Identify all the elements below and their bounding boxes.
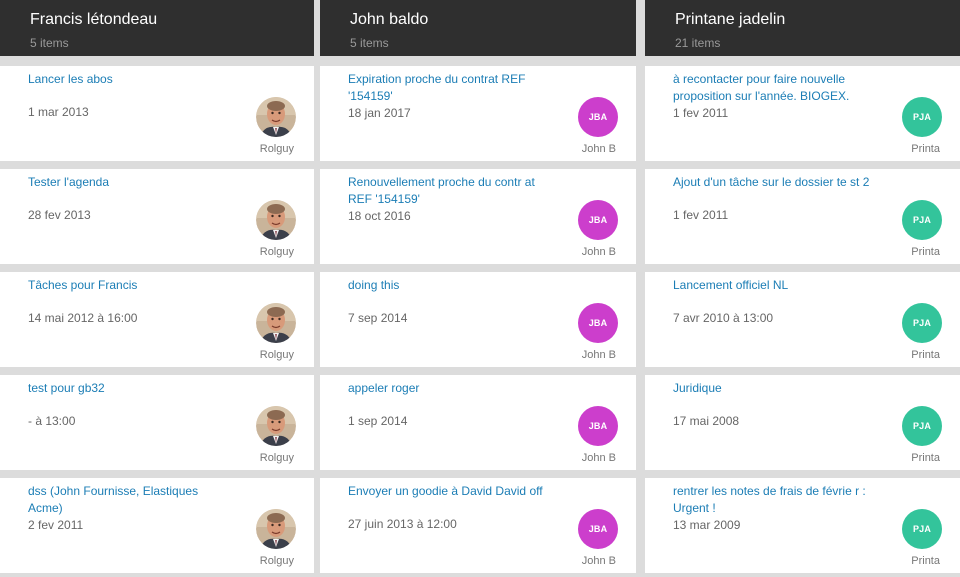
task-card[interactable]: Lancer les abos 1 mar 2013 Rolguy: [0, 66, 314, 161]
avatar-initials[interactable]: PJA: [902, 509, 942, 549]
task-owner: John B: [581, 143, 616, 155]
task-date: 7 sep 2014: [348, 311, 408, 325]
task-title-link[interactable]: Tester l'agenda: [28, 174, 228, 191]
column-1: Francis létondeau 5 items Lancer les abos 1…: [0, 0, 314, 577]
task-owner: Printa: [911, 555, 940, 567]
task-owner: Rolguy: [259, 349, 294, 361]
column-header: Francis létondeau 5 items: [0, 0, 314, 56]
column-title: John baldo: [350, 11, 429, 28]
task-card[interactable]: Lancement officiel NL 7 avr 2010 à 13:00 P…: [645, 272, 960, 367]
task-card[interactable]: test pour gb32 - à 13:00 Rolguy: [0, 375, 314, 470]
task-date: 1 fev 2011: [673, 208, 729, 222]
column-2: John baldo 5 items Expiration proche du co…: [320, 0, 636, 577]
avatar-photo[interactable]: [256, 200, 296, 240]
task-card[interactable]: Expiration proche du contrat REF '154159…: [320, 66, 636, 161]
avatar-photo[interactable]: [256, 303, 296, 343]
task-date: 1 fev 2011: [673, 106, 729, 120]
avatar-initials[interactable]: JBA: [578, 509, 618, 549]
task-card[interactable]: Juridique 17 mai 2008 PJA Printa: [645, 375, 960, 470]
task-card[interactable]: rentrer les notes de frais de févrie r :…: [645, 478, 960, 573]
task-date: 27 juin 2013 à 12:00: [348, 517, 457, 531]
task-owner: John B: [581, 246, 616, 258]
column-header: Printane jadelin 21 items: [645, 0, 960, 56]
avatar-initials[interactable]: PJA: [902, 406, 942, 446]
column-item-count: 5 items: [30, 36, 69, 50]
task-card[interactable]: Renouvellement proche du contr at REF '1…: [320, 169, 636, 264]
column-title: Francis létondeau: [30, 11, 158, 28]
task-card[interactable]: Tâches pour Francis 14 mai 2012 à 16:00 Ro…: [0, 272, 314, 367]
avatar-initials[interactable]: JBA: [578, 406, 618, 446]
task-title-link[interactable]: Lancer les abos: [28, 71, 228, 88]
task-title-link[interactable]: Juridique: [673, 380, 873, 397]
task-date: - à 13:00: [28, 414, 76, 428]
task-owner: John B: [581, 555, 616, 567]
task-card[interactable]: Envoyer un goodie à David David off 27 ju…: [320, 478, 636, 573]
task-owner: Printa: [911, 349, 940, 361]
task-card[interactable]: doing this 7 sep 2014 JBA John B: [320, 272, 636, 367]
column-item-count: 5 items: [350, 36, 389, 50]
task-owner: John B: [581, 349, 616, 361]
task-date: 1 mar 2013: [28, 105, 89, 119]
column-header: John baldo 5 items: [320, 0, 636, 56]
avatar-initials[interactable]: JBA: [578, 303, 618, 343]
avatar-photo[interactable]: [256, 406, 296, 446]
task-title-link[interactable]: à recontacter pour faire nouvelle propos…: [673, 71, 873, 105]
task-owner: John B: [581, 452, 616, 464]
task-owner: Rolguy: [259, 143, 294, 155]
task-date: 1 sep 2014: [348, 414, 408, 428]
task-date: 14 mai 2012 à 16:00: [28, 311, 138, 325]
task-owner: Printa: [911, 143, 940, 155]
task-card[interactable]: à recontacter pour faire nouvelle propos…: [645, 66, 960, 161]
task-owner: Rolguy: [259, 452, 294, 464]
avatar-initials[interactable]: PJA: [902, 303, 942, 343]
task-card[interactable]: dss (John Fournisse, Elastiques Acme) 2 f…: [0, 478, 314, 573]
avatar-initials[interactable]: JBA: [578, 97, 618, 137]
kanban-board: Francis létondeau 5 items Lancer les abos 1…: [0, 0, 960, 577]
column-3: Printane jadelin 21 items à recontacter po…: [645, 0, 960, 577]
task-date: 28 fev 2013: [28, 208, 91, 222]
task-title-link[interactable]: Expiration proche du contrat REF '154159…: [348, 71, 548, 105]
column-title: Printane jadelin: [675, 11, 786, 28]
avatar-initials[interactable]: JBA: [578, 200, 618, 240]
avatar-initials[interactable]: PJA: [902, 97, 942, 137]
task-date: 17 mai 2008: [673, 414, 740, 428]
task-title-link[interactable]: test pour gb32: [28, 380, 228, 397]
task-owner: Rolguy: [259, 555, 294, 567]
task-title-link[interactable]: dss (John Fournisse, Elastiques Acme): [28, 483, 228, 517]
task-title-link[interactable]: appeler roger: [348, 380, 548, 397]
task-date: 18 oct 2016: [348, 209, 411, 223]
task-title-link[interactable]: Tâches pour Francis: [28, 277, 228, 294]
task-date: 2 fev 2011: [28, 518, 84, 532]
task-title-link[interactable]: rentrer les notes de frais de févrie r :…: [673, 483, 873, 517]
task-card[interactable]: Tester l'agenda 28 fev 2013 Rolguy: [0, 169, 314, 264]
task-date: 13 mar 2009: [673, 518, 741, 532]
task-owner: Rolguy: [259, 246, 294, 258]
task-title-link[interactable]: Envoyer un goodie à David David off: [348, 483, 548, 500]
avatar-photo[interactable]: [256, 97, 296, 137]
avatar-initials[interactable]: PJA: [902, 200, 942, 240]
task-owner: Printa: [911, 452, 940, 464]
task-date: 18 jan 2017: [348, 106, 411, 120]
task-card[interactable]: Ajout d'un tâche sur le dossier te st 2 1…: [645, 169, 960, 264]
task-title-link[interactable]: Ajout d'un tâche sur le dossier te st 2: [673, 174, 873, 191]
avatar-photo[interactable]: [256, 509, 296, 549]
task-owner: Printa: [911, 246, 940, 258]
column-item-count: 21 items: [675, 36, 721, 50]
task-title-link[interactable]: doing this: [348, 277, 548, 294]
task-title-link[interactable]: Renouvellement proche du contr at REF '1…: [348, 174, 548, 208]
task-date: 7 avr 2010 à 13:00: [673, 311, 774, 325]
task-title-link[interactable]: Lancement officiel NL: [673, 277, 873, 294]
task-card[interactable]: appeler roger 1 sep 2014 JBA John B: [320, 375, 636, 470]
